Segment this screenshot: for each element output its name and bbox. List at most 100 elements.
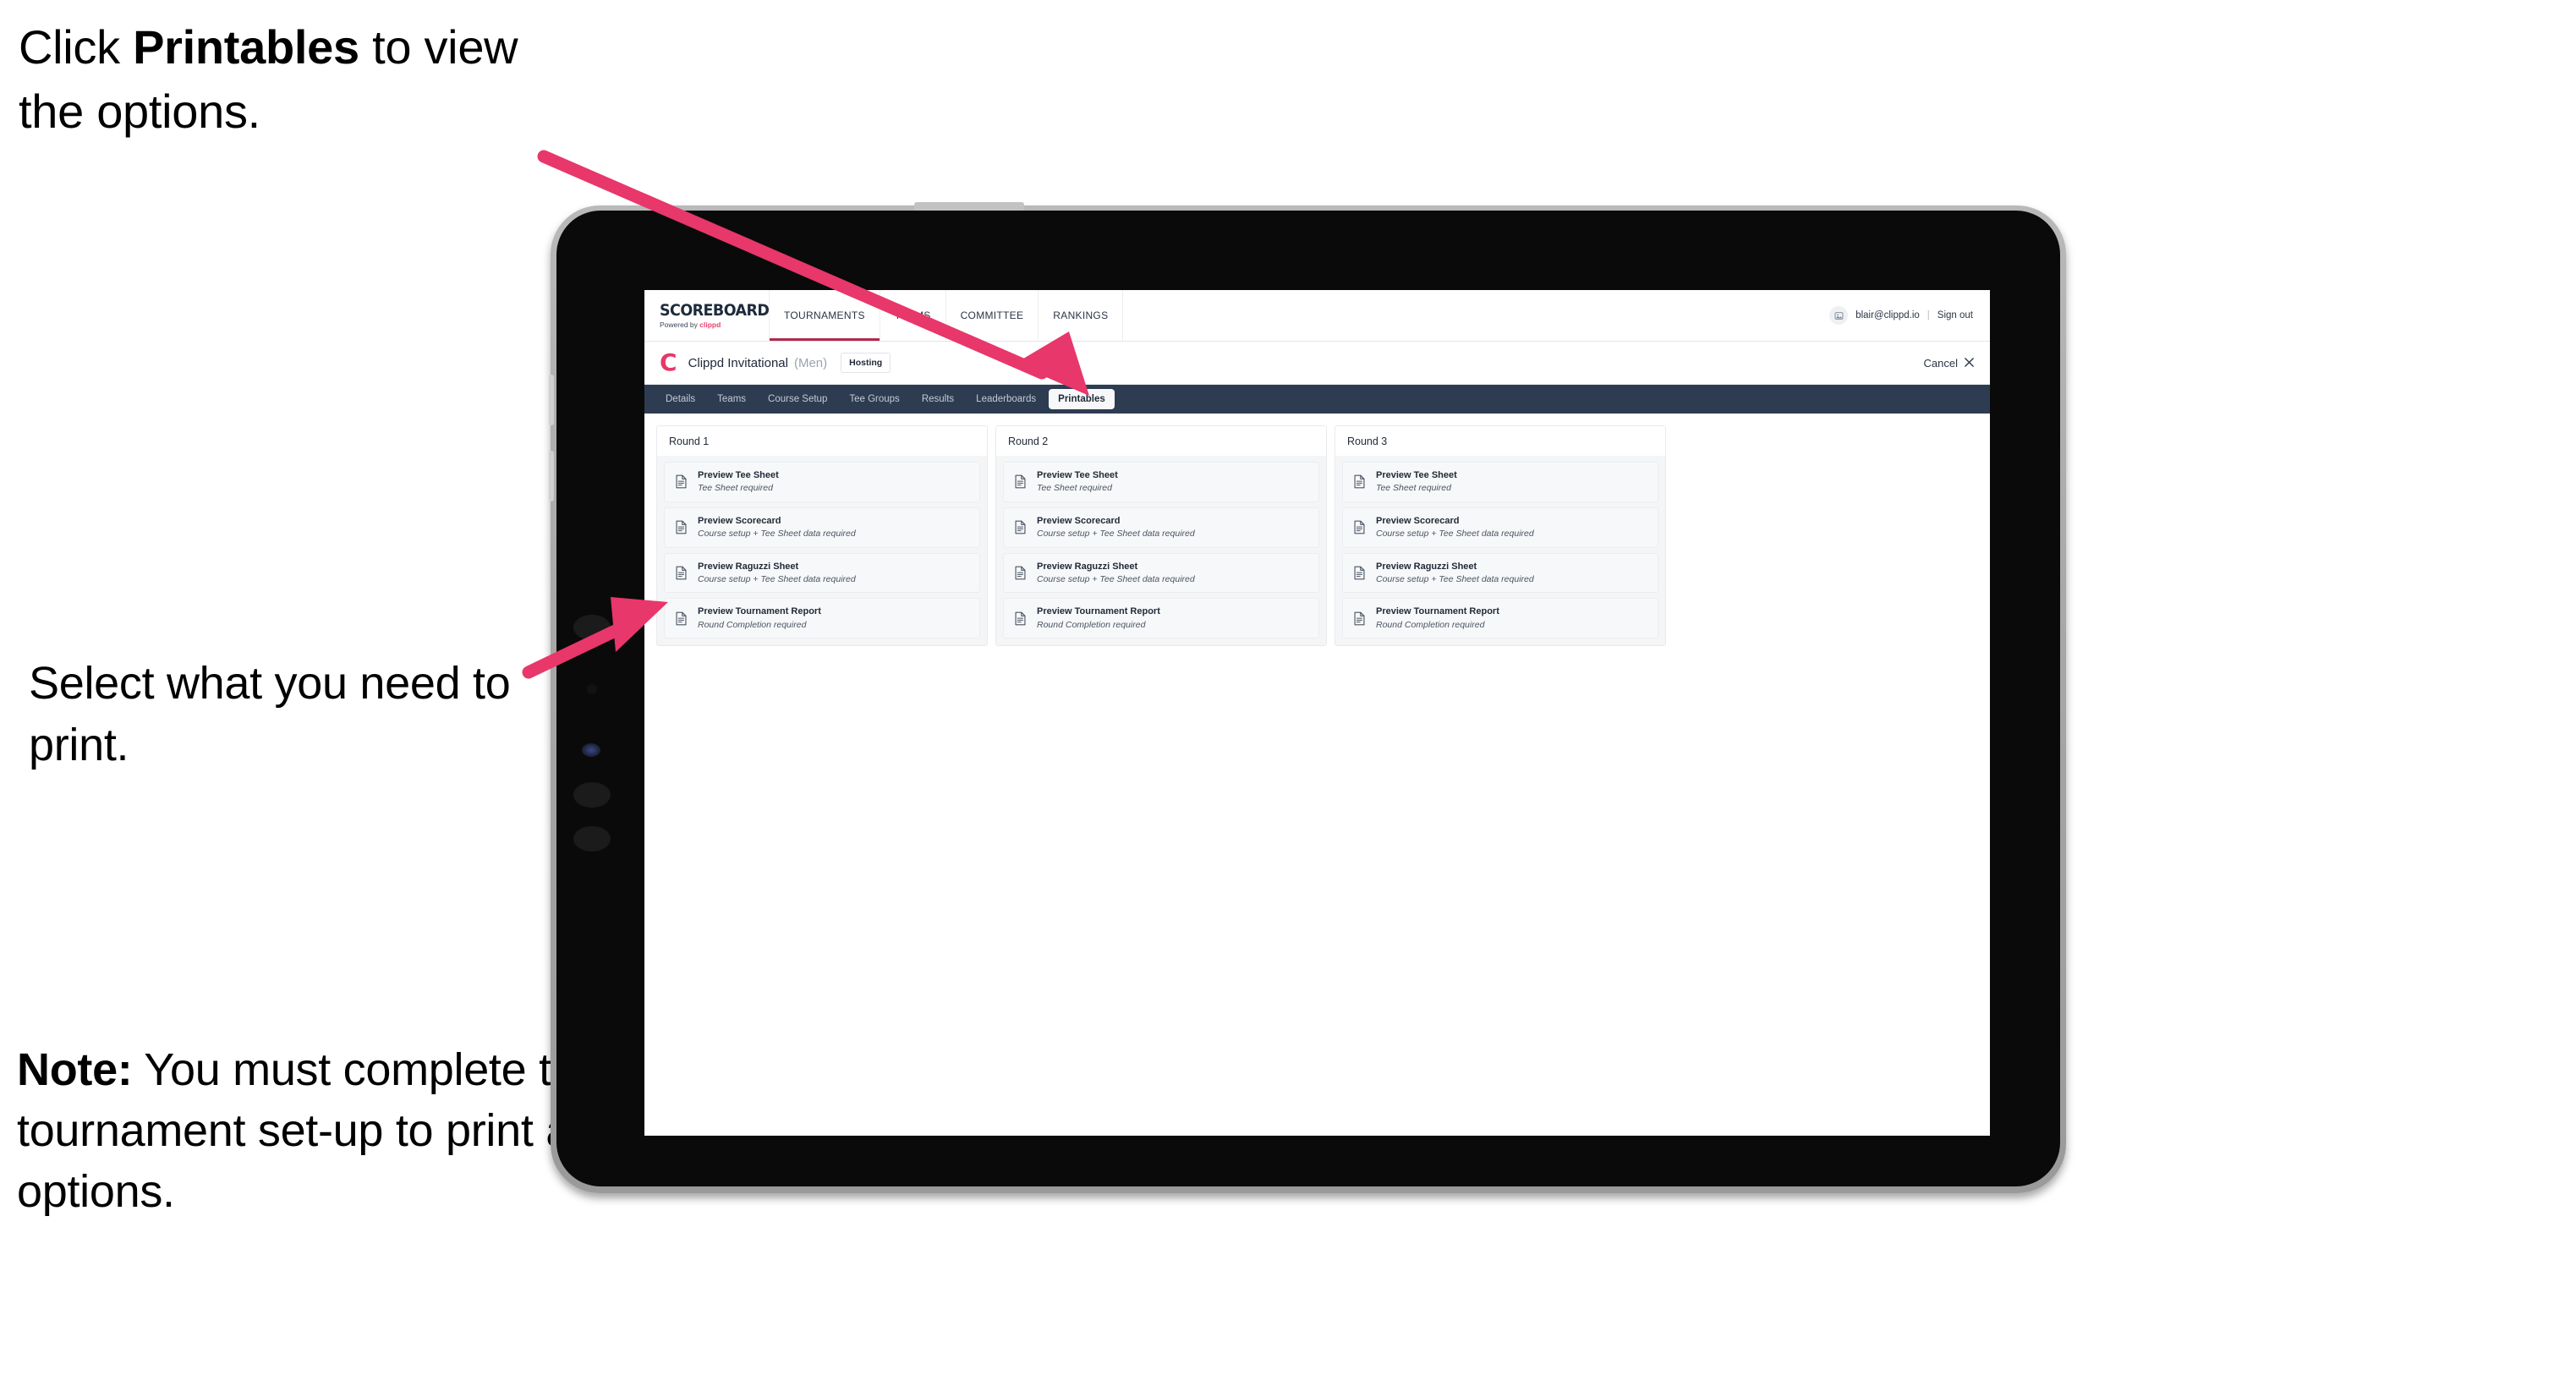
callout-top-pre: Click xyxy=(19,20,134,74)
printable-title: Preview Scorecard xyxy=(1037,515,1121,526)
printable-text: Preview Tournament Report Round Completi… xyxy=(698,606,821,630)
tab-label: Printables xyxy=(1058,394,1105,404)
document-icon xyxy=(1014,566,1027,580)
printables-content: Round 1 Preview Tee Sheet Tee Sheet requ… xyxy=(644,414,1990,659)
printable-title: Preview Tournament Report xyxy=(698,606,821,617)
document-icon xyxy=(1014,611,1027,626)
printable-text: Preview Tournament Report Round Completi… xyxy=(1037,606,1160,630)
document-icon xyxy=(675,566,688,580)
printable-text: Preview Raguzzi Sheet Course setup + Tee… xyxy=(698,562,856,585)
callout-select-what-to-print: Select what you need to print. xyxy=(29,658,511,770)
section-tabbar: Details Teams Course Setup Tee Groups Re… xyxy=(644,385,1990,414)
round-heading: Round 3 xyxy=(1335,426,1665,456)
app-top-navbar: SCOREBOARD Powered by clippd TOURNAMENTS… xyxy=(644,290,1990,342)
printable-subtitle: Tee Sheet required xyxy=(1376,483,1451,494)
tablet-side-button-1[interactable] xyxy=(573,615,611,640)
printable-text: Preview Tee Sheet Tee Sheet required xyxy=(1037,470,1118,494)
tab-course-setup[interactable]: Course Setup xyxy=(759,389,836,409)
tablet-bezel-rail-top xyxy=(549,375,554,425)
printable-text: Preview Raguzzi Sheet Course setup + Tee… xyxy=(1376,562,1534,585)
printable-row[interactable]: Preview Scorecard Course setup + Tee She… xyxy=(664,507,980,548)
tab-tee-groups[interactable]: Tee Groups xyxy=(840,389,908,409)
tab-label: Teams xyxy=(717,394,747,404)
printable-text: Preview Tee Sheet Tee Sheet required xyxy=(1376,470,1457,494)
document-icon xyxy=(1353,474,1366,489)
sign-out-button[interactable]: Sign out xyxy=(1937,310,1973,320)
printable-row[interactable]: Preview Tournament Report Round Completi… xyxy=(664,598,980,639)
tab-label: Results xyxy=(921,394,955,404)
printable-text: Preview Raguzzi Sheet Course setup + Tee… xyxy=(1037,562,1195,585)
round-heading: Round 2 xyxy=(996,426,1326,456)
round-items: Preview Tee Sheet Tee Sheet required Pre… xyxy=(1335,456,1665,646)
account-email: blair@clippd.io xyxy=(1855,310,1920,320)
printable-text: Preview Tournament Report Round Completi… xyxy=(1376,606,1499,630)
brand-logo[interactable]: SCOREBOARD Powered by clippd xyxy=(644,290,770,341)
tournament-gender: (Men) xyxy=(793,355,828,370)
tab-printables[interactable]: Printables xyxy=(1049,389,1115,409)
printable-row[interactable]: Preview Tee Sheet Tee Sheet required xyxy=(664,462,980,502)
tablet-bezel-rail-bottom xyxy=(549,451,554,501)
topnav-label: TEAMS xyxy=(894,310,931,321)
tab-results[interactable]: Results xyxy=(913,389,963,409)
app-screen: SCOREBOARD Powered by clippd TOURNAMENTS… xyxy=(644,290,1990,1136)
printable-subtitle: Course setup + Tee Sheet data required xyxy=(1376,573,1534,584)
document-icon xyxy=(1353,566,1366,580)
topnav-item-teams[interactable]: TEAMS xyxy=(880,290,946,341)
printable-row[interactable]: Preview Raguzzi Sheet Course setup + Tee… xyxy=(1003,552,1319,594)
topnav-item-tournaments[interactable]: TOURNAMENTS xyxy=(770,290,880,341)
printable-title: Preview Raguzzi Sheet xyxy=(1376,561,1477,572)
tablet-camera-icon xyxy=(587,684,597,694)
cancel-label: Cancel xyxy=(1923,356,1958,370)
printable-text: Preview Scorecard Course setup + Tee She… xyxy=(1376,516,1534,540)
tablet-power-button[interactable] xyxy=(914,202,1024,211)
printable-subtitle: Tee Sheet required xyxy=(1037,483,1112,494)
printable-row[interactable]: Preview Tee Sheet Tee Sheet required xyxy=(1003,462,1319,502)
callout-note-bold: Note: xyxy=(17,1044,133,1095)
user-avatar-icon[interactable] xyxy=(1829,306,1849,325)
tab-label: Tee Groups xyxy=(849,394,900,404)
callout-click-printables: Click Printables to view the options. xyxy=(19,15,560,143)
tournament-header: C Clippd Invitational (Men) Hosting Canc… xyxy=(644,342,1990,385)
round-column: Round 3 Preview Tee Sheet Tee Sheet requ… xyxy=(1335,425,1666,647)
tab-label: Details xyxy=(666,394,696,404)
brand-title: SCOREBOARD xyxy=(660,300,770,320)
printable-row[interactable]: Preview Raguzzi Sheet Course setup + Tee… xyxy=(1342,552,1658,594)
tab-teams[interactable]: Teams xyxy=(708,389,755,409)
printable-text: Preview Scorecard Course setup + Tee She… xyxy=(698,516,856,540)
tablet-device: SCOREBOARD Powered by clippd TOURNAMENTS… xyxy=(549,202,2066,1193)
printable-subtitle: Course setup + Tee Sheet data required xyxy=(1376,528,1534,539)
printable-subtitle: Tee Sheet required xyxy=(698,483,773,494)
tab-label: Course Setup xyxy=(768,394,828,404)
topnav-item-rankings[interactable]: RANKINGS xyxy=(1039,290,1124,341)
round-column: Round 2 Preview Tee Sheet Tee Sheet requ… xyxy=(995,425,1327,647)
printable-subtitle: Round Completion required xyxy=(1376,619,1485,630)
tab-leaderboards[interactable]: Leaderboards xyxy=(967,389,1045,409)
printable-subtitle: Round Completion required xyxy=(698,619,807,630)
printable-row[interactable]: Preview Scorecard Course setup + Tee She… xyxy=(1003,507,1319,548)
printable-row[interactable]: Preview Raguzzi Sheet Course setup + Tee… xyxy=(664,552,980,594)
tab-details[interactable]: Details xyxy=(656,389,704,409)
tablet-side-button-2[interactable] xyxy=(573,782,611,808)
cancel-button[interactable]: Cancel xyxy=(1924,357,1975,370)
callout-top-bold: Printables xyxy=(133,20,359,74)
printable-text: Preview Scorecard Course setup + Tee She… xyxy=(1037,516,1195,540)
printable-title: Preview Scorecard xyxy=(1376,515,1460,526)
printable-title: Preview Tee Sheet xyxy=(1376,470,1457,480)
tournament-name: Clippd Invitational xyxy=(688,355,788,370)
topnav-item-committee[interactable]: COMMITTEE xyxy=(946,290,1039,341)
clippd-logo-icon: C xyxy=(660,348,677,376)
printable-row[interactable]: Preview Tournament Report Round Completi… xyxy=(1003,598,1319,639)
printable-subtitle: Course setup + Tee Sheet data required xyxy=(698,528,856,539)
printable-text: Preview Tee Sheet Tee Sheet required xyxy=(698,470,779,494)
printable-subtitle: Round Completion required xyxy=(1037,619,1146,630)
topnav-label: COMMITTEE xyxy=(960,310,1024,321)
document-icon xyxy=(1353,520,1366,534)
printable-row[interactable]: Preview Scorecard Course setup + Tee She… xyxy=(1342,507,1658,548)
round-heading: Round 1 xyxy=(657,426,987,456)
tablet-sensor-icon xyxy=(582,743,600,757)
printable-row[interactable]: Preview Tee Sheet Tee Sheet required xyxy=(1342,462,1658,502)
round-items: Preview Tee Sheet Tee Sheet required Pre… xyxy=(657,456,987,646)
tablet-side-button-3[interactable] xyxy=(573,826,611,852)
account-separator: | xyxy=(1927,310,1930,320)
printable-row[interactable]: Preview Tournament Report Round Completi… xyxy=(1342,598,1658,639)
